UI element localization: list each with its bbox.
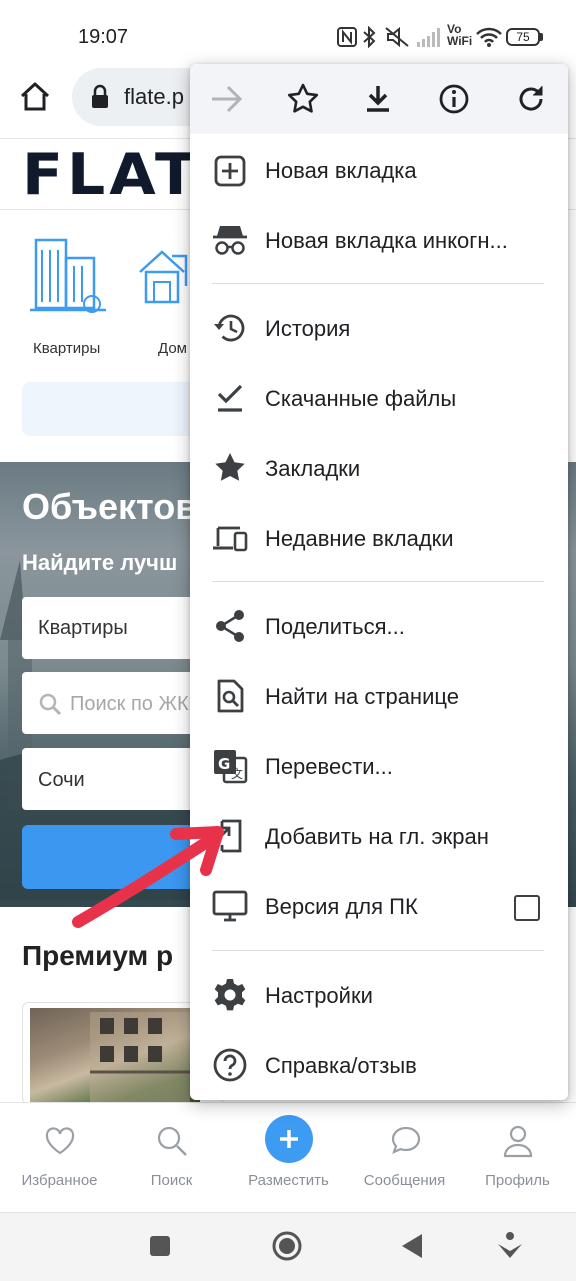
annotation-arrow (72, 826, 224, 928)
menu-help-label[interactable]: Справка/отзыв (265, 1053, 417, 1079)
find-in-page-icon (217, 679, 244, 713)
bookmarks-star-icon (215, 453, 245, 481)
svg-text:文: 文 (231, 766, 243, 781)
vowifi-label: Vo WiFi (447, 22, 473, 48)
menu-add-to-home-label[interactable]: Добавить на гл. экран (265, 824, 489, 850)
nav-favorites-label[interactable]: Избранное (2, 1172, 117, 1189)
menu-translate-label[interactable]: Перевести... (265, 754, 393, 780)
menu-bookmarks-label[interactable]: Закладки (265, 456, 360, 482)
download-icon[interactable] (363, 84, 393, 114)
search-icon (39, 693, 62, 716)
refresh-icon[interactable] (515, 83, 547, 115)
category-houses-label[interactable]: Дом (158, 340, 187, 357)
menu-share-label[interactable]: Поделиться... (265, 614, 405, 640)
menu-desktop-version-label[interactable]: Версия для ПК (265, 894, 418, 920)
back-triangle-icon[interactable] (400, 1232, 424, 1260)
menu-divider (212, 581, 544, 582)
wifi-icon (476, 27, 502, 47)
menu-find-label[interactable]: Найти на странице (265, 684, 459, 710)
plus-icon[interactable] (277, 1127, 301, 1151)
nav-search-label[interactable]: Поиск (114, 1172, 229, 1189)
info-icon[interactable] (438, 83, 470, 115)
menu-new-tab-label[interactable]: Новая вкладка (265, 158, 417, 184)
menu-settings-label[interactable]: Настройки (265, 983, 373, 1009)
battery-tip (540, 33, 543, 41)
menu-history-label[interactable]: История (265, 316, 350, 342)
houses-icon[interactable] (138, 244, 194, 306)
downloads-check-icon (217, 384, 243, 412)
chat-icon[interactable] (390, 1125, 422, 1157)
menu-divider (212, 950, 544, 951)
signal-icon (417, 28, 440, 47)
nav-post-label[interactable]: Разместить (231, 1172, 346, 1189)
menu-incognito-label[interactable]: Новая вкладка инкогн... (265, 228, 508, 254)
lock-icon[interactable] (90, 84, 110, 110)
status-time: 19:07 (78, 26, 129, 48)
mute-icon (385, 26, 409, 48)
apartments-icon[interactable] (30, 232, 106, 314)
nav-messages-label[interactable]: Сообщения (347, 1172, 462, 1189)
nav-profile-label[interactable]: Профиль (460, 1172, 575, 1189)
help-icon (213, 1048, 247, 1082)
menu-downloads-label[interactable]: Скачанные файлы (265, 386, 456, 412)
hero-title: Объектов (22, 486, 198, 527)
complex-search-placeholder[interactable]: Поиск по ЖК (70, 693, 189, 716)
property-type-value[interactable]: Квартиры (38, 617, 128, 640)
incognito-icon (213, 226, 247, 255)
home-icon[interactable] (18, 80, 52, 114)
devices-icon (213, 526, 248, 552)
add-tab-icon (214, 155, 246, 187)
svg-text:G: G (218, 755, 230, 773)
recents-square-icon[interactable] (148, 1234, 172, 1258)
share-icon (216, 610, 244, 642)
premium-section-title: Премиум р (22, 940, 174, 971)
category-apartments-label[interactable]: Квартиры (33, 340, 100, 357)
hero-subtitle: Найдите лучш (22, 550, 178, 575)
star-icon[interactable] (286, 82, 320, 116)
battery-indicator: 75 (506, 28, 540, 46)
home-circle-icon[interactable] (271, 1230, 303, 1262)
bluetooth-icon (363, 26, 376, 48)
history-icon (214, 314, 245, 342)
building-facade-photo (90, 1012, 190, 1102)
desktop-version-checkbox[interactable] (514, 895, 540, 921)
search-nav-icon[interactable] (156, 1125, 188, 1157)
assistant-icon[interactable] (496, 1230, 524, 1260)
forward-icon[interactable] (210, 84, 244, 114)
translate-icon: G 文 (214, 750, 248, 784)
menu-recent-tabs-label[interactable]: Недавние вкладки (265, 526, 454, 552)
nfc-icon (337, 27, 357, 47)
profile-icon[interactable] (502, 1124, 534, 1158)
url-text[interactable]: flate.p (124, 84, 184, 110)
menu-divider (212, 283, 544, 284)
city-value[interactable]: Сочи (38, 769, 85, 792)
settings-gear-icon (214, 979, 246, 1011)
heart-icon[interactable] (44, 1126, 76, 1156)
